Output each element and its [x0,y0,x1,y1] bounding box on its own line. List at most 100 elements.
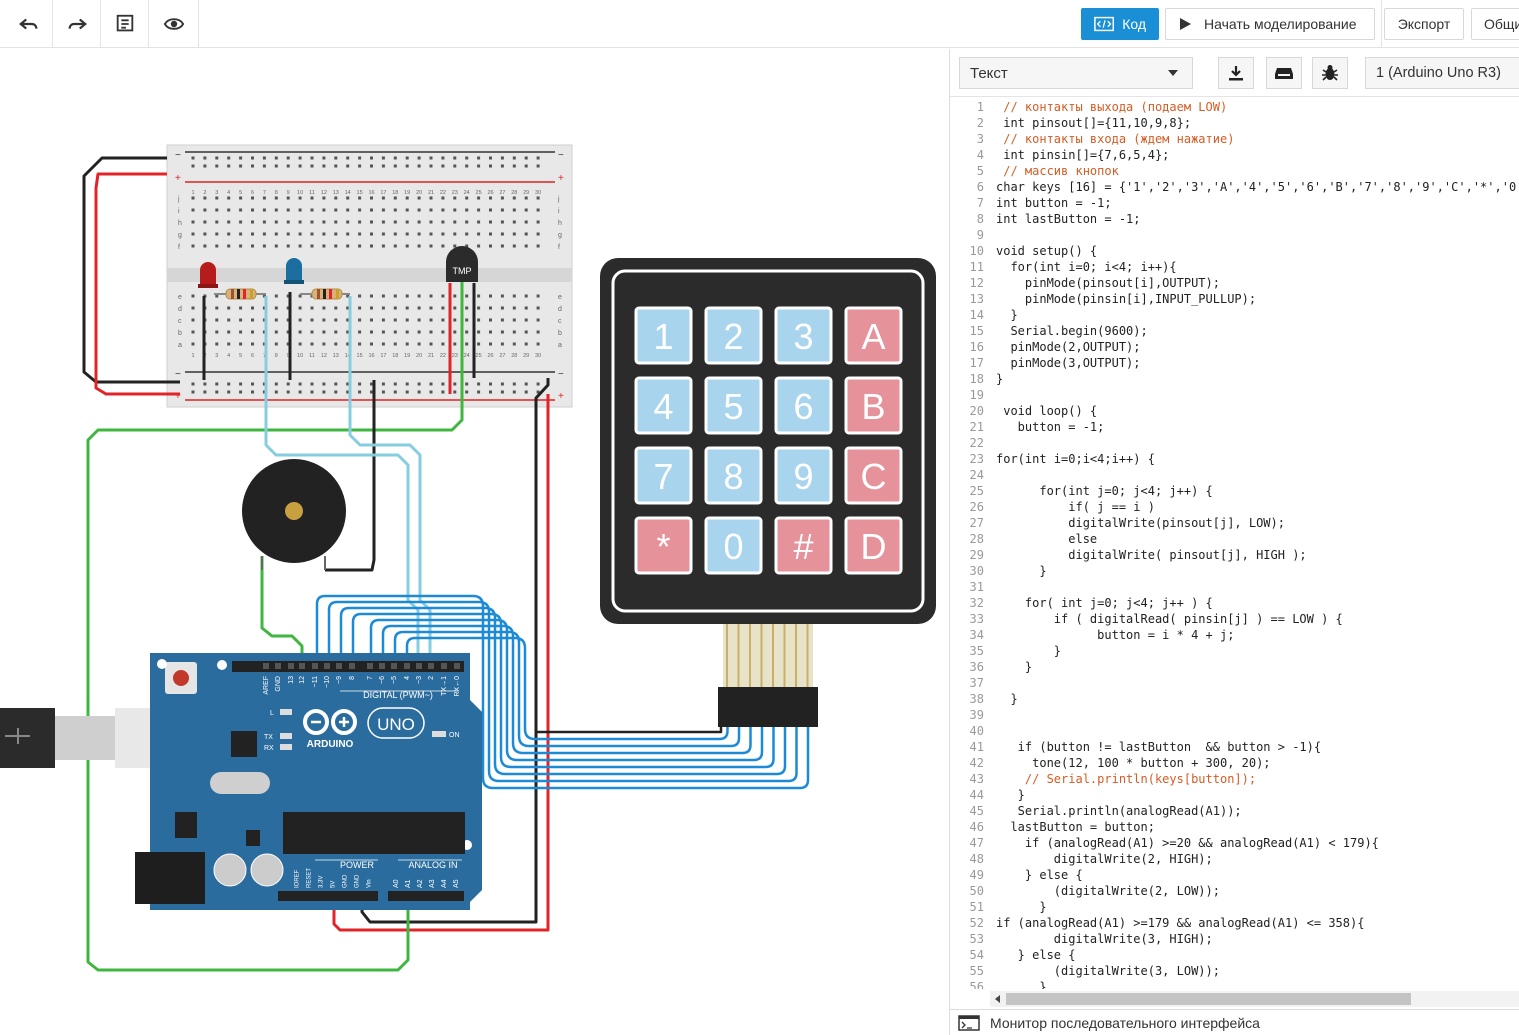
code-lines[interactable]: // контакты выхода (подаем LOW) int pins… [996,99,1519,989]
code-line[interactable]: } [996,563,1519,579]
code-line[interactable]: } [996,787,1519,803]
code-line[interactable]: (digitalWrite(3, LOW)); [996,963,1519,979]
code-line[interactable]: // массив кнопок [996,163,1519,179]
arduino-uno[interactable]: AREF GND 13 12 ~11 ~10 ~9 8 7 ~6 ~5 4 ~3 2 TX→1 RX←0 DI… [135,653,482,910]
code-line[interactable] [996,707,1519,723]
keypad-key-label: A [861,316,885,357]
code-line[interactable] [996,723,1519,739]
code-line[interactable]: } [996,899,1519,915]
code-line[interactable] [996,435,1519,451]
code-line[interactable]: } [996,643,1519,659]
code-line[interactable]: } [996,979,1519,989]
code-line[interactable]: // контакты входа (ждем нажатие) [996,131,1519,147]
code-line[interactable]: tone(12, 100 * button + 300, 20); [996,755,1519,771]
circuit-canvas[interactable]: − + − + − + − + jjiihhggffeeddccbbaa 112… [0,49,949,1035]
code-line[interactable]: pinMode(pinsout[i],OUTPUT); [996,275,1519,291]
code-line[interactable]: button = -1; [996,419,1519,435]
code-line[interactable]: } else { [996,867,1519,883]
notes-button[interactable] [101,0,149,48]
code-line[interactable]: int pinsout[]={11,10,9,8}; [996,115,1519,131]
code-line[interactable]: pinMode(3,OUTPUT); [996,355,1519,371]
uno-label: UNO [377,715,415,734]
code-line[interactable]: if (button != lastButton && button > -1)… [996,739,1519,755]
serial-monitor-toggle[interactable]: Монитор последовательного интерфейса [950,1009,1519,1035]
code-line[interactable]: int button = -1; [996,195,1519,211]
visibility-button[interactable] [149,0,199,48]
code-line[interactable]: pinMode(pinsin[i],INPUT_PULLUP); [996,291,1519,307]
code-line[interactable]: int lastButton = -1; [996,211,1519,227]
wire-buzzer-to-12[interactable] [260,556,304,660]
code-line[interactable]: for(int i=0;i<4;i++) { [996,451,1519,467]
code-line[interactable]: else [996,531,1519,547]
undo-button[interactable] [5,0,53,48]
code-line[interactable]: lastButton = button; [996,819,1519,835]
power-pin-label: 5V [331,881,337,888]
libraries-button[interactable] [1266,57,1302,89]
code-line[interactable] [996,467,1519,483]
piezo-buzzer[interactable] [242,459,346,570]
keypad-4x4[interactable]: 1 2 3 A 4 5 6 B 7 8 9 C * 0 # D [600,258,936,727]
code-line[interactable] [996,387,1519,403]
code-line[interactable]: digitalWrite(3, HIGH); [996,931,1519,947]
code-line[interactable]: pinMode(2,OUTPUT); [996,339,1519,355]
column-number: 15 [357,190,363,196]
code-line[interactable]: } else { [996,947,1519,963]
device-select[interactable]: 1 (Arduino Uno R3) [1365,57,1519,89]
code-line[interactable]: for(int j=0; j<4; j++) { [996,483,1519,499]
digital-header-label: DIGITAL (PWM~) [363,690,433,700]
code-line[interactable]: int pinsin[]={7,6,5,4}; [996,147,1519,163]
reset-button-cap[interactable] [173,670,189,686]
temperature-sensor[interactable]: TMP [446,246,478,282]
column-number: 5 [239,190,242,196]
redo-button[interactable] [53,0,101,48]
analog-pin-label: A3 [429,879,436,888]
code-line[interactable] [996,579,1519,595]
wire-ground-left[interactable] [82,156,180,384]
breadboard[interactable]: − + − + − + − + j ji ih hg gf fe ed dc cb ba a 112… [166,144,573,408]
column-number: 24 [464,353,470,359]
digital-pin-label: GND [275,676,282,692]
code-editor[interactable]: 1 2 3 4 5 6 7 8 9 10 11 12 13 14 15 16 17 18 19 20 21 22 23 24 2… [950,99,1519,989]
code-button-label: Код [1122,16,1146,32]
code-line[interactable]: Serial.begin(9600); [996,323,1519,339]
code-line[interactable]: // контакты выхода (подаем LOW) [996,99,1519,115]
circuit-diagram[interactable]: − + − + − + − + j ji ih hg gf fe ed dc cb ba a 112… [0,49,949,1035]
code-button[interactable]: Код [1081,8,1159,40]
code-line[interactable]: } [996,371,1519,387]
code-line[interactable]: digitalWrite(pinsout[j], LOW); [996,515,1519,531]
code-line[interactable] [996,675,1519,691]
code-line[interactable]: void loop() { [996,403,1519,419]
code-line[interactable]: if (analogRead(A1) >=179 && analogRead(A… [996,915,1519,931]
code-line[interactable]: if (analogRead(A1) >=20 && analogRead(A1… [996,835,1519,851]
scrollbar-thumb[interactable] [1006,993,1411,1005]
column-number: 22 [440,190,446,196]
code-line[interactable]: if( j == i ) [996,499,1519,515]
column-number: 25 [476,353,482,359]
share-button[interactable]: Общий доступ [1471,8,1519,40]
code-line[interactable]: } [996,659,1519,675]
code-line[interactable]: button = i * 4 + j; [996,627,1519,643]
code-line[interactable]: digitalWrite( pinsout[j], HIGH ); [996,547,1519,563]
code-line[interactable]: } [996,307,1519,323]
code-line[interactable]: } [996,691,1519,707]
code-line[interactable]: // Serial.println(keys[button]); [996,771,1519,787]
code-line[interactable] [996,227,1519,243]
code-line[interactable]: for(int i=0; i<4; i++){ [996,259,1519,275]
code-line[interactable]: char keys [16] = {'1','2','3','A','4','5… [996,179,1519,195]
line-number: 9 [976,228,984,242]
download-code-button[interactable] [1218,57,1254,89]
code-line[interactable]: digitalWrite(2, HIGH); [996,851,1519,867]
line-number: 30 [969,564,984,578]
line-number: 5 [976,164,984,178]
horizontal-scrollbar[interactable] [990,991,1519,1007]
code-line[interactable]: Serial.println(analogRead(A1)); [996,803,1519,819]
code-line[interactable]: (digitalWrite(2, LOW)); [996,883,1519,899]
code-line[interactable]: if ( digitalRead( pinsin[j] ) == LOW ) { [996,611,1519,627]
export-button[interactable]: Экспорт [1384,8,1464,40]
code-line[interactable]: for( int j=0; j<4; j++ ) { [996,595,1519,611]
code-mode-select[interactable]: Текст [959,57,1193,89]
start-simulation-button[interactable]: Начать моделирование [1165,8,1375,40]
row-letter: a [178,342,182,349]
debugger-button[interactable] [1312,57,1348,89]
code-line[interactable]: void setup() { [996,243,1519,259]
